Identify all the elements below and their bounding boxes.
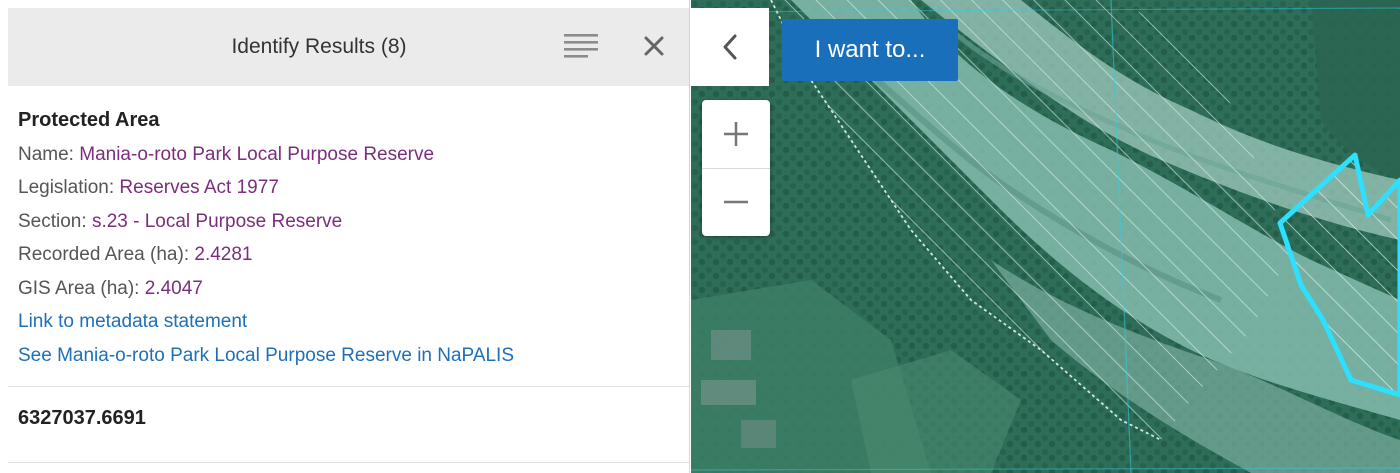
metadata-link[interactable]: Link to metadata statement — [18, 305, 683, 339]
identify-result-protected-area: Protected Area Name: Mania-o-roto Park L… — [18, 104, 683, 372]
zoom-in-button[interactable] — [702, 100, 770, 168]
attr-recorded-area-label: Recorded Area (ha): — [18, 244, 195, 265]
napalis-link[interactable]: See Mania-o-roto Park Local Purpose Rese… — [18, 339, 683, 373]
attr-recorded-area: Recorded Area (ha): 2.4281 — [18, 238, 683, 272]
attr-recorded-area-value: 2.4281 — [194, 244, 253, 265]
attr-gis-area-label: GIS Area (ha): — [18, 277, 145, 299]
identify-result-2-title[interactable]: 6327037.6691 — [18, 407, 146, 430]
plus-icon — [724, 122, 748, 146]
attr-name-value: Mania-o-roto Park Local Purpose Reserve — [79, 143, 435, 165]
attr-section: Section: s.23 - Local Purpose Reserve — [18, 205, 683, 239]
panel-header: Identify Results (8) — [8, 8, 689, 86]
attr-legislation: Legislation: Reserves Act 1977 — [18, 171, 683, 205]
attr-legislation-label: Legislation: — [18, 177, 120, 198]
i-want-to-button[interactable]: I want to... — [782, 19, 958, 81]
list-icon[interactable] — [564, 32, 598, 62]
collapse-panel-button[interactable] — [691, 8, 769, 86]
result-divider-2 — [8, 462, 689, 463]
panel-top-strip — [0, 0, 689, 8]
attr-name-label: Name: — [18, 143, 80, 165]
result-title: Protected Area — [18, 109, 160, 131]
panel-title: Identify Results (8) — [231, 35, 407, 58]
attr-legislation-value: Reserves Act 1977 — [119, 177, 279, 198]
minus-icon — [724, 200, 748, 204]
attr-section-value: s.23 - Local Purpose Reserve — [91, 210, 343, 232]
attr-gis-area: GIS Area (ha): 2.4047 — [18, 272, 683, 306]
close-icon[interactable] — [638, 30, 670, 62]
attr-section-label: Section: — [18, 210, 92, 232]
zoom-control — [702, 100, 770, 236]
attr-name: Name: Mania-o-roto Park Local Purpose Re… — [18, 138, 683, 172]
attr-gis-area-value: 2.4047 — [144, 277, 203, 299]
identify-results-panel: Identify Results (8) Protected Area Name… — [0, 0, 690, 473]
app-root: Identify Results (8) Protected Area Name… — [0, 0, 1400, 473]
result-divider — [8, 386, 689, 387]
zoom-out-button[interactable] — [702, 168, 770, 236]
chevron-left-icon — [723, 34, 737, 60]
